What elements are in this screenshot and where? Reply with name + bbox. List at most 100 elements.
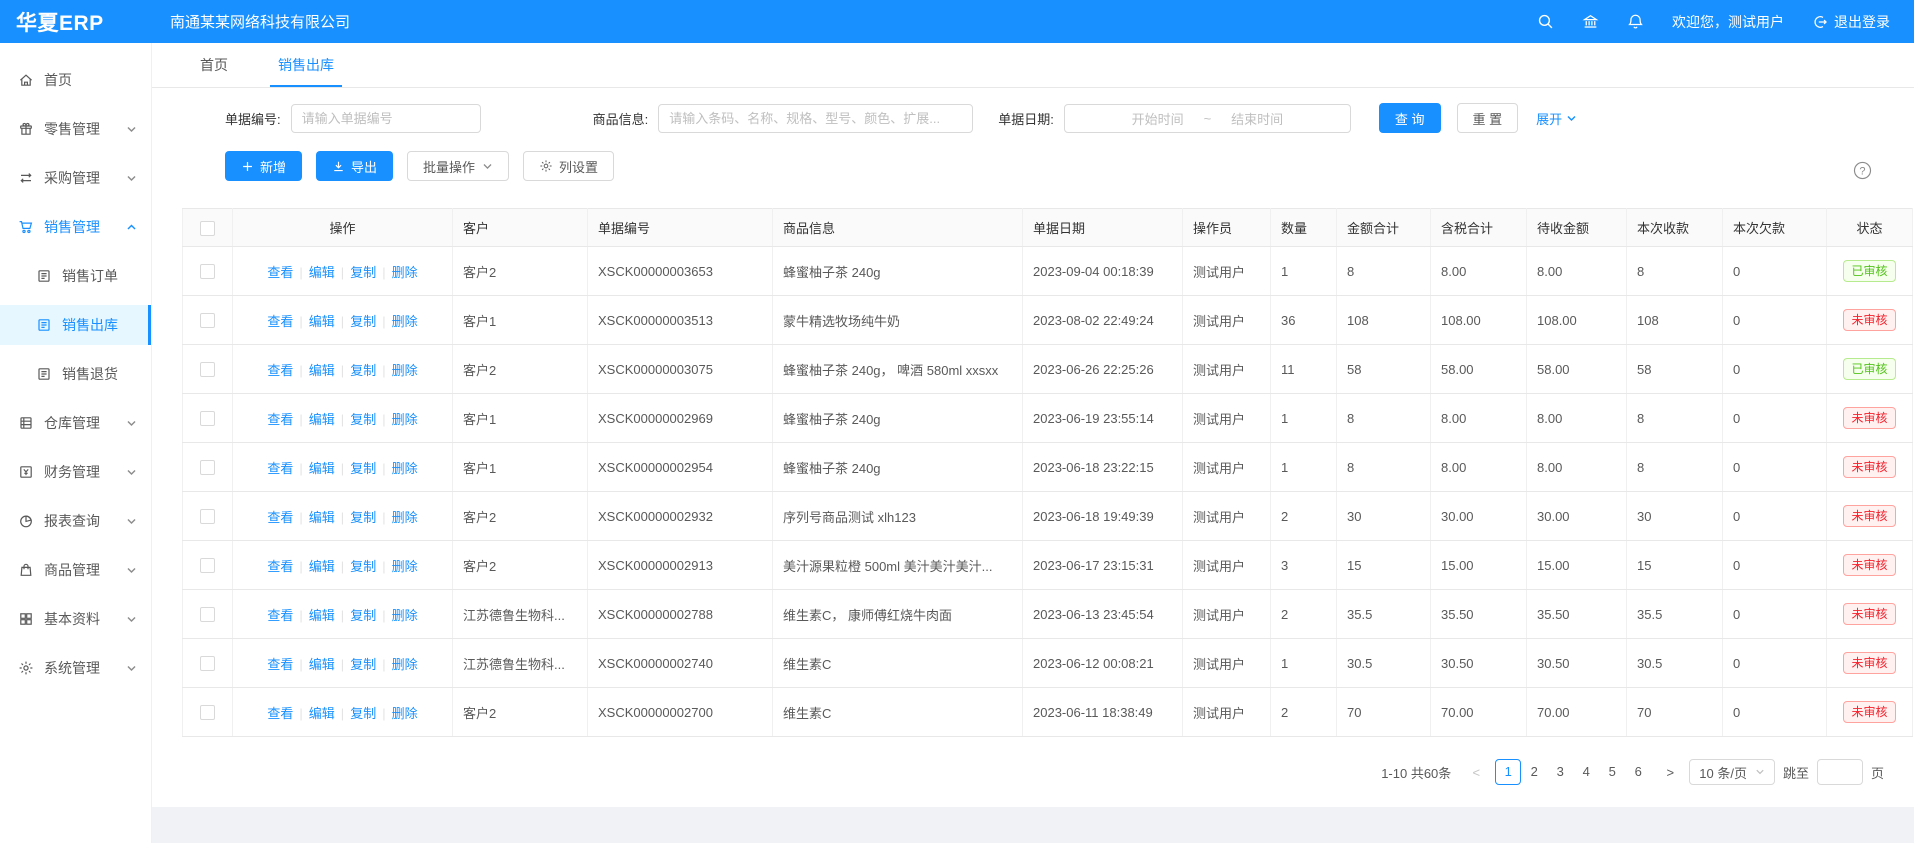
row-checkbox[interactable] [200, 313, 215, 328]
tab-sales-outbound[interactable]: 销售出库 [264, 43, 348, 87]
row-edit-link[interactable]: 编辑 [309, 559, 335, 574]
row-delete-link[interactable]: 删除 [392, 363, 418, 378]
row-checkbox[interactable] [200, 607, 215, 622]
sidebar-item-sales-management[interactable]: 销售管理 [0, 207, 151, 247]
page-2-button[interactable]: 2 [1521, 759, 1547, 785]
row-delete-link[interactable]: 删除 [392, 461, 418, 476]
row-checkbox[interactable] [200, 705, 215, 720]
row-view-link[interactable]: 查看 [267, 559, 293, 574]
row-checkbox[interactable] [200, 656, 215, 671]
next-page-button[interactable]: > [1659, 765, 1681, 780]
row-copy-link[interactable]: 复制 [350, 608, 376, 623]
separator: | [382, 706, 385, 721]
tab-home[interactable]: 首页 [186, 43, 242, 87]
row-copy-link[interactable]: 复制 [350, 314, 376, 329]
select-all-checkbox[interactable] [200, 221, 215, 236]
expand-link[interactable]: 展开 [1536, 109, 1577, 128]
row-view-link[interactable]: 查看 [267, 510, 293, 525]
row-edit-link[interactable]: 编辑 [309, 706, 335, 721]
batch-actions-button[interactable]: 批量操作 [407, 151, 509, 181]
sidebar-item-report-query[interactable]: 报表查询 [0, 501, 151, 541]
cell-received: 15 [1627, 541, 1723, 590]
cell-tax-total: 8.00 [1431, 443, 1527, 492]
row-edit-link[interactable]: 编辑 [309, 314, 335, 329]
row-copy-link[interactable]: 复制 [350, 559, 376, 574]
add-button[interactable]: 新增 [225, 151, 302, 181]
page-1-button[interactable]: 1 [1495, 759, 1521, 785]
sidebar-item-system-management[interactable]: 系统管理 [0, 648, 151, 688]
row-delete-link[interactable]: 删除 [392, 412, 418, 427]
search-button[interactable]: 查 询 [1379, 103, 1441, 133]
row-view-link[interactable]: 查看 [267, 657, 293, 672]
row-copy-link[interactable]: 复制 [350, 706, 376, 721]
sidebar-item-basic-data[interactable]: 基本资料 [0, 599, 151, 639]
row-view-link[interactable]: 查看 [267, 461, 293, 476]
row-view-link[interactable]: 查看 [267, 363, 293, 378]
row-delete-link[interactable]: 删除 [392, 510, 418, 525]
question-circle-icon[interactable]: ? [1853, 161, 1872, 180]
row-view-link[interactable]: 查看 [267, 412, 293, 427]
row-copy-link[interactable]: 复制 [350, 412, 376, 427]
row-edit-link[interactable]: 编辑 [309, 265, 335, 280]
notification-bell-icon[interactable] [1627, 13, 1644, 30]
row-checkbox[interactable] [200, 509, 215, 524]
row-copy-link[interactable]: 复制 [350, 363, 376, 378]
row-edit-link[interactable]: 编辑 [309, 510, 335, 525]
row-edit-link[interactable]: 编辑 [309, 657, 335, 672]
platform-icon[interactable] [1582, 13, 1599, 30]
row-copy-link[interactable]: 复制 [350, 510, 376, 525]
sidebar-item-sales-outbound[interactable]: 销售出库 [0, 305, 151, 345]
page-size-select[interactable]: 10 条/页 [1689, 759, 1775, 785]
export-button[interactable]: 导出 [316, 151, 393, 181]
search-icon[interactable] [1537, 13, 1554, 30]
row-view-link[interactable]: 查看 [267, 608, 293, 623]
row-delete-link[interactable]: 删除 [392, 657, 418, 672]
row-delete-link[interactable]: 删除 [392, 314, 418, 329]
row-view-link[interactable]: 查看 [267, 265, 293, 280]
column-settings-button[interactable]: 列设置 [523, 151, 614, 181]
row-checkbox[interactable] [200, 264, 215, 279]
row-edit-link[interactable]: 编辑 [309, 608, 335, 623]
table-header: 操作客户单据编号商品信息单据日期操作员数量金额合计含税合计待收金额本次收款本次欠… [183, 209, 1913, 247]
row-view-link[interactable]: 查看 [267, 706, 293, 721]
app-logo[interactable]: 华夏ERP [0, 7, 152, 37]
row-edit-link[interactable]: 编辑 [309, 461, 335, 476]
row-delete-link[interactable]: 删除 [392, 559, 418, 574]
sidebar-item-product-management[interactable]: 商品管理 [0, 550, 151, 590]
sidebar-item-sales-return[interactable]: 销售退货 [0, 354, 151, 394]
row-delete-link[interactable]: 删除 [392, 265, 418, 280]
row-edit-link[interactable]: 编辑 [309, 412, 335, 427]
sidebar-item-finance-management[interactable]: 财务管理 [0, 452, 151, 492]
row-edit-link[interactable]: 编辑 [309, 363, 335, 378]
status-badge: 已审核 [1843, 358, 1895, 380]
cell-operator: 测试用户 [1183, 639, 1271, 688]
cell-receivable: 35.50 [1527, 590, 1627, 639]
sidebar-item-warehouse-management[interactable]: 仓库管理 [0, 403, 151, 443]
logout-icon [1812, 14, 1828, 30]
sidebar-item-home[interactable]: 首页 [0, 60, 151, 100]
sidebar-item-sales-order[interactable]: 销售订单 [0, 256, 151, 296]
page-3-button[interactable]: 3 [1547, 759, 1573, 785]
date-range-picker[interactable]: 开始时间 ~ 结束时间 [1064, 104, 1351, 133]
product-info-input[interactable] [658, 104, 973, 133]
row-view-link[interactable]: 查看 [267, 314, 293, 329]
row-copy-link[interactable]: 复制 [350, 265, 376, 280]
sidebar-item-retail-management[interactable]: 零售管理 [0, 109, 151, 149]
prev-page-button[interactable]: < [1465, 765, 1487, 780]
row-checkbox[interactable] [200, 460, 215, 475]
reset-button[interactable]: 重 置 [1457, 103, 1519, 133]
logout-button[interactable]: 退出登录 [1812, 12, 1890, 32]
bill-no-input[interactable] [291, 104, 481, 133]
row-checkbox[interactable] [200, 558, 215, 573]
row-delete-link[interactable]: 删除 [392, 608, 418, 623]
row-delete-link[interactable]: 删除 [392, 706, 418, 721]
sidebar-item-purchase-management[interactable]: 采购管理 [0, 158, 151, 198]
page-4-button[interactable]: 4 [1573, 759, 1599, 785]
jump-to-page-input[interactable] [1817, 759, 1863, 785]
row-copy-link[interactable]: 复制 [350, 657, 376, 672]
row-checkbox[interactable] [200, 411, 215, 426]
row-copy-link[interactable]: 复制 [350, 461, 376, 476]
page-5-button[interactable]: 5 [1599, 759, 1625, 785]
page-6-button[interactable]: 6 [1625, 759, 1651, 785]
row-checkbox[interactable] [200, 362, 215, 377]
